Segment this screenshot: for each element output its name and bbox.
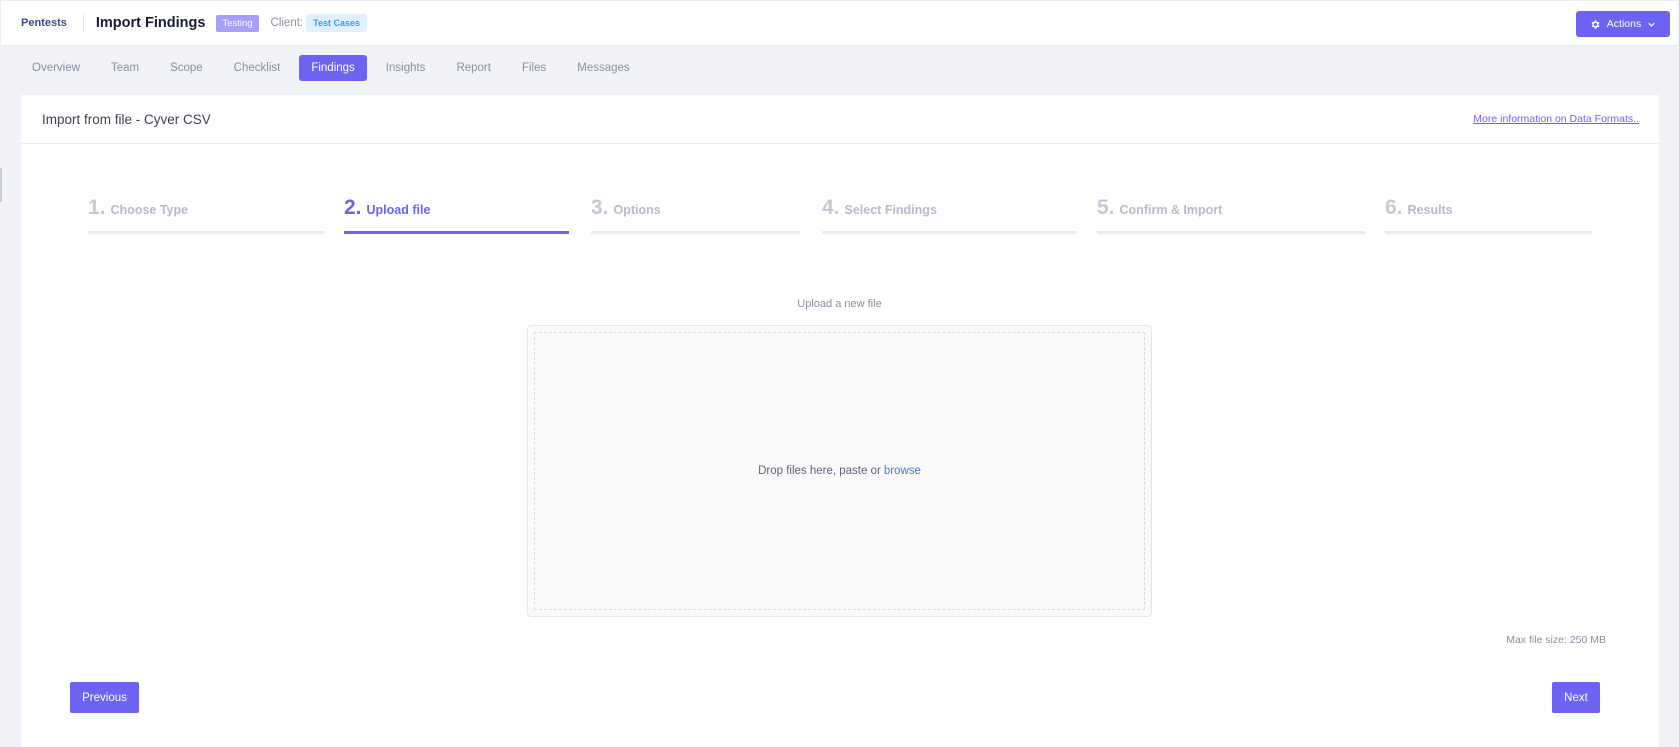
next-button[interactable]: Next — [1552, 682, 1600, 713]
step-number: 1. — [88, 196, 106, 219]
breadcrumb-pentests[interactable]: Pentests — [21, 14, 84, 32]
chevron-down-icon — [1647, 20, 1656, 29]
upload-title: Upload a new file — [797, 298, 882, 310]
tab-insights[interactable]: Insights — [374, 55, 438, 81]
previous-button[interactable]: Previous — [70, 682, 139, 713]
wizard-step-choose-type[interactable]: 1. Choose Type — [88, 196, 324, 234]
step-number: 3. — [591, 196, 609, 219]
tab-scope[interactable]: Scope — [158, 55, 215, 81]
step-number: 4. — [822, 196, 840, 219]
step-label: Select Findings — [844, 203, 937, 217]
actions-label: Actions — [1606, 18, 1642, 30]
top-bar: Pentests Import Findings Testing Client:… — [0, 0, 1679, 46]
card-title: Import from file - Cyver CSV — [42, 111, 211, 127]
client-label: Client: — [270, 17, 304, 29]
side-panel-handle[interactable] — [0, 168, 2, 202]
step-label: Results — [1407, 203, 1453, 217]
step-label: Choose Type — [110, 203, 189, 217]
actions-button[interactable]: Actions — [1576, 11, 1670, 37]
tab-team[interactable]: Team — [99, 55, 151, 81]
file-dropzone[interactable]: Drop files here, paste or browse — [527, 325, 1152, 617]
data-formats-link[interactable]: More information on Data Formats.. — [1473, 113, 1639, 125]
wizard-step-upload-file[interactable]: 2. Upload file — [344, 196, 569, 234]
tab-overview[interactable]: Overview — [20, 55, 92, 81]
step-label: Upload file — [366, 203, 431, 217]
step-label: Options — [613, 203, 661, 217]
status-badge: Testing — [216, 14, 259, 32]
wizard-step-select-findings[interactable]: 4. Select Findings — [822, 196, 1076, 234]
dropzone-area[interactable]: Drop files here, paste or browse — [534, 332, 1145, 610]
tab-bar: Overview Team Scope Checklist Findings I… — [20, 55, 649, 81]
tab-report[interactable]: Report — [444, 55, 503, 81]
tab-checklist[interactable]: Checklist — [222, 55, 293, 81]
page-title: Import Findings — [95, 15, 206, 31]
tab-messages[interactable]: Messages — [565, 55, 641, 81]
wizard-step-confirm-import[interactable]: 5. Confirm & Import — [1097, 196, 1365, 234]
max-file-size: Max file size: 250 MB — [1506, 634, 1606, 646]
step-number: 2. — [344, 196, 362, 219]
tab-findings[interactable]: Findings — [299, 55, 367, 81]
client-badge[interactable]: Test Cases — [306, 14, 367, 32]
dropzone-text: Drop files here, paste or — [758, 465, 881, 477]
tab-files[interactable]: Files — [510, 55, 558, 81]
step-label: Confirm & Import — [1119, 203, 1223, 217]
browse-link[interactable]: browse — [884, 465, 921, 477]
wizard-step-options[interactable]: 3. Options — [591, 196, 800, 234]
card-header: Import from file - Cyver CSV More inform… — [21, 95, 1659, 144]
gear-icon — [1590, 19, 1601, 30]
step-number: 6. — [1385, 196, 1403, 219]
step-number: 5. — [1097, 196, 1115, 219]
wizard-step-results[interactable]: 6. Results — [1385, 196, 1592, 234]
